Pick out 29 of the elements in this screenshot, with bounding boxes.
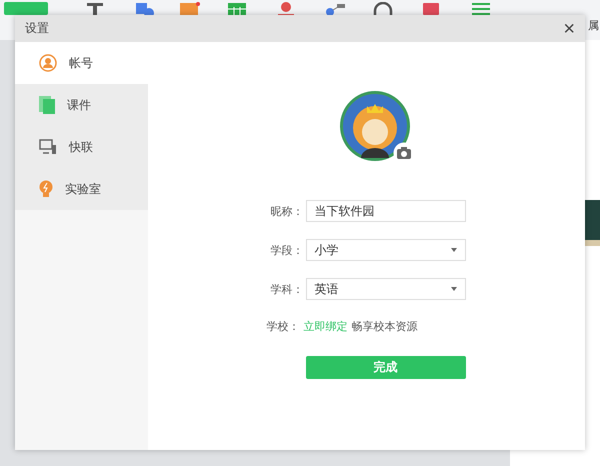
caret-icon — [450, 287, 456, 291]
nodes-icon[interactable] — [325, 2, 347, 15]
table-icon[interactable] — [227, 2, 247, 15]
avatar — [338, 90, 410, 162]
user-icon — [39, 54, 57, 72]
close-button[interactable]: × — [563, 18, 575, 38]
field-label: 学科： — [270, 282, 304, 296]
field-label: 昵称： — [270, 204, 304, 218]
lightbulb-icon — [39, 180, 53, 198]
input-field[interactable]: 当下软件园 — [306, 200, 466, 222]
sidebar-item[interactable]: 帐号 — [15, 42, 148, 84]
image-icon[interactable] — [179, 2, 201, 15]
select-field[interactable]: 小学 — [306, 239, 466, 261]
sidebar-item[interactable]: 实验室 — [15, 168, 148, 210]
school-label: 学校： — [266, 319, 300, 334]
field-label: 学段： — [270, 242, 304, 258]
panel-title: 属 — [588, 18, 599, 33]
text-icon[interactable] — [85, 2, 105, 15]
shapes-icon[interactable] — [135, 2, 155, 15]
list-icon[interactable] — [471, 2, 491, 15]
monitor-icon — [39, 139, 57, 155]
sidebar-item[interactable]: 快联 — [15, 126, 148, 168]
school-note: 畅享校本资源 — [352, 319, 418, 334]
caret-icon — [450, 248, 456, 252]
person-icon[interactable] — [276, 2, 296, 15]
dialog-title: 设置 — [25, 20, 49, 37]
sidebar-item[interactable]: 课件 — [15, 84, 148, 126]
document-icon — [39, 96, 55, 114]
select-field[interactable]: 英语 — [306, 278, 466, 300]
